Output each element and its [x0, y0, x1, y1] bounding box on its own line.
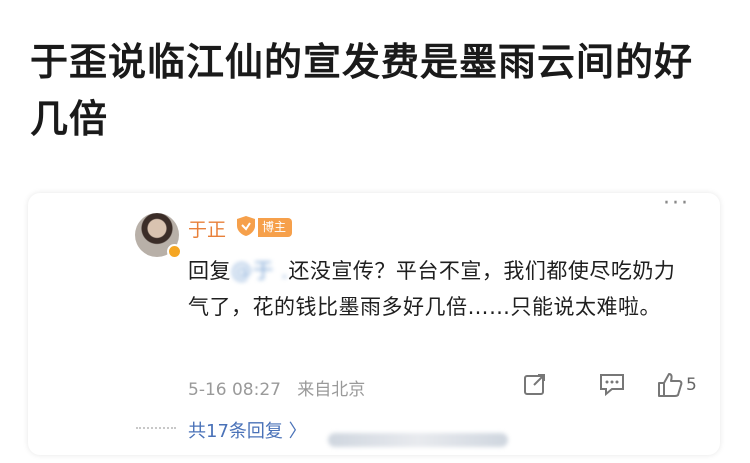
post-headline: 于歪说临江仙的宣发费是墨雨云间的好几倍 — [30, 40, 694, 141]
like-icon[interactable] — [656, 371, 684, 399]
role-badge: 博主 — [258, 218, 293, 237]
like-count: 5 — [686, 375, 697, 395]
location: 来自北京 — [297, 380, 366, 400]
comment-text: 回复@于 .还没宣传？平台不宣，我们都使尽吃奶力气了，花的钱比墨雨多好几倍……只… — [188, 253, 678, 325]
action-bar: 5 — [518, 371, 708, 399]
blurred-watermark — [328, 433, 508, 447]
author-name[interactable]: 于正 — [188, 215, 226, 242]
comment-card: ··· 于正 博主 回复@于 .还没宣传？平台不宣，我们都使尽吃奶力气了，花的钱… — [28, 191, 720, 455]
more-options-icon[interactable]: ··· — [663, 191, 690, 216]
divider — [136, 427, 176, 429]
comment-icon[interactable] — [598, 371, 626, 397]
view-replies-link[interactable]: 共17条回复 〉 — [188, 417, 307, 443]
mention-link[interactable]: @于 . — [231, 259, 288, 283]
reply-prefix: 回复 — [188, 259, 231, 283]
repost-icon[interactable] — [522, 371, 548, 397]
comment-meta: 5-16 08:27 来自北京 — [188, 375, 365, 400]
timestamp: 5-16 08:27 — [188, 380, 281, 400]
vip-shield-icon — [237, 216, 255, 236]
avatar[interactable] — [135, 213, 182, 259]
verified-badge-icon — [167, 244, 182, 259]
